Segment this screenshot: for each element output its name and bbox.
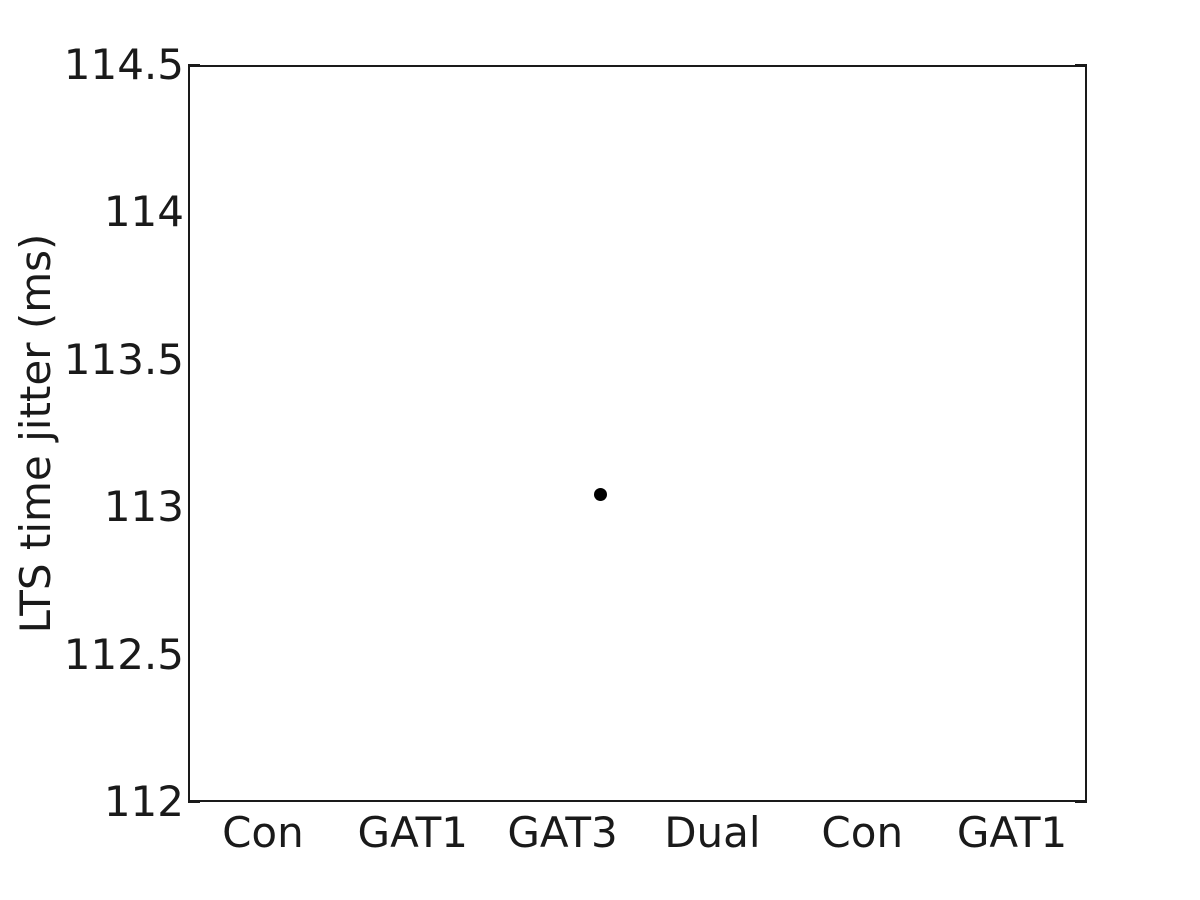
y-tick-label: 112.5 bbox=[63, 629, 184, 679]
y-tick-label: 114 bbox=[103, 187, 184, 237]
data-layer bbox=[190, 67, 1085, 800]
plot-area bbox=[188, 65, 1087, 802]
y-tick-label: 114.5 bbox=[63, 40, 184, 89]
x-tick-label: GAT1 bbox=[956, 808, 1068, 857]
y-tick-label: 113.5 bbox=[63, 334, 184, 384]
y-axis-label: LTS time jitter (ms) bbox=[11, 233, 60, 634]
figure-canvas: LTS time jitter (ms) 112 112.5 113 113.5 114… bbox=[0, 0, 1200, 900]
data-point bbox=[594, 487, 608, 501]
y-tick-label: 113 bbox=[103, 482, 184, 532]
